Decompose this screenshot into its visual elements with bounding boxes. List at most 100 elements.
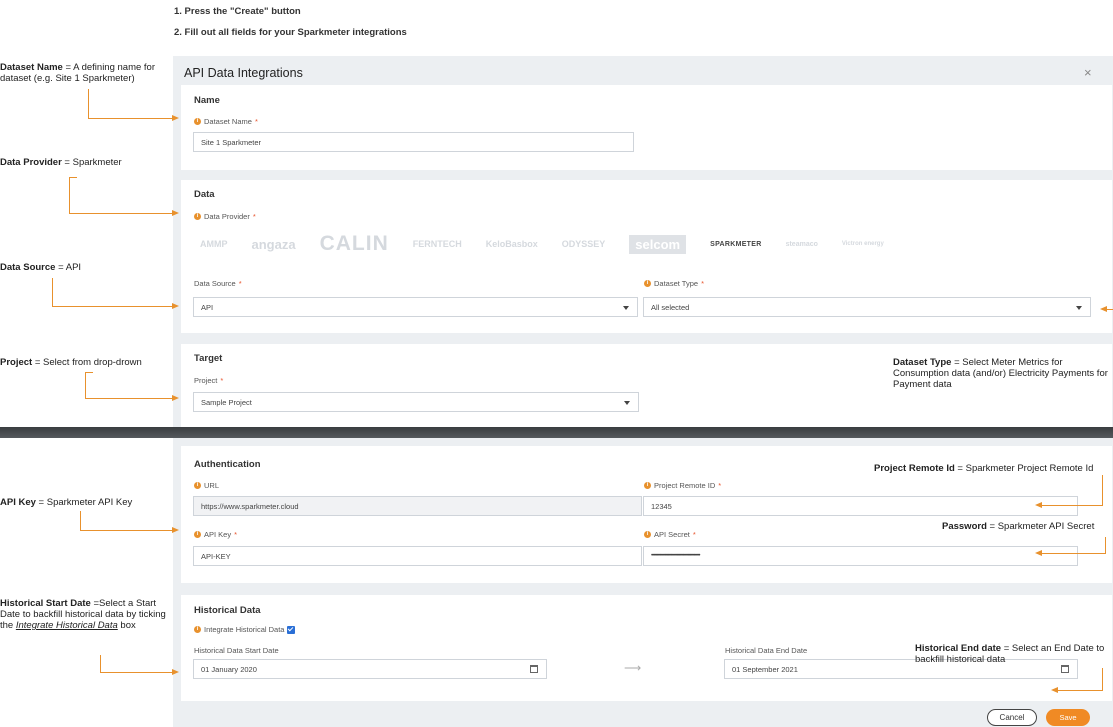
arrow-line (85, 372, 93, 373)
annotation-data-source: Data Source = API (0, 262, 82, 273)
arrow-line (1041, 553, 1106, 554)
section-title-data: Data (194, 189, 215, 200)
project-remote-id-label: i Project Remote ID * (644, 481, 721, 490)
arrow-line (1041, 505, 1103, 506)
arrow-line (69, 177, 70, 214)
api-key-label: i API Key * (194, 530, 237, 539)
chevron-down-icon (623, 306, 629, 310)
dataset-name-label: i Dataset Name * (194, 117, 258, 126)
provider-logo-sparkmeter[interactable]: SPARKMETER (710, 241, 761, 248)
arrow-right-icon (172, 210, 179, 216)
url-input: https://www.sparkmeter.cloud (193, 496, 642, 516)
provider-logo-ferntech[interactable]: FERNTECH (413, 239, 462, 249)
save-button[interactable]: Save (1046, 709, 1090, 726)
arrow-line (52, 306, 173, 307)
arrow-line (52, 278, 53, 307)
arrow-left-icon (1035, 550, 1042, 556)
annotation-dataset-type: Dataset Type = Select Meter Metrics for … (893, 357, 1108, 390)
arrow-line (80, 511, 81, 531)
info-icon: i (644, 482, 651, 489)
data-provider-label: i Data Provider * (194, 212, 256, 221)
name-section: Name i Dataset Name * Site 1 Sparkmeter (181, 85, 1112, 170)
provider-logo-selcom[interactable]: selcom (629, 234, 687, 254)
info-icon: i (194, 482, 201, 489)
arrow-line (1057, 690, 1103, 691)
arrow-line (88, 89, 89, 119)
info-icon: i (194, 531, 201, 538)
annotation-historical-start: Historical Start Date =Select a Start Da… (0, 598, 166, 631)
provider-logo-steamaco[interactable]: steamaco (786, 241, 818, 248)
end-date-label: Historical Data End Date (725, 646, 808, 655)
annotation-dataset-name: Dataset Name = A defining name for datas… (0, 62, 156, 84)
data-source-label: Data Source * (194, 279, 242, 288)
data-source-select[interactable]: API (193, 297, 638, 317)
cancel-button[interactable]: Cancel (987, 709, 1037, 726)
arrow-right-icon (172, 303, 179, 309)
integrate-historical-checkbox[interactable] (287, 625, 296, 634)
arrow-right-icon (172, 115, 179, 121)
section-title-name: Name (194, 95, 220, 106)
project-select[interactable]: Sample Project (193, 392, 639, 412)
date-range-arrow-icon: ⟶ (624, 661, 642, 675)
annotation-data-provider: Data Provider = Sparkmeter (0, 157, 122, 168)
dataset-type-select[interactable]: All selected (643, 297, 1091, 317)
provider-logo-odyssey[interactable]: ODYSSEY (562, 239, 606, 249)
dataset-type-label: i Dataset Type * (644, 279, 704, 288)
provider-logo-ammp[interactable]: AMMP (200, 239, 228, 249)
annotation-historical-end: Historical End date = Select an End Date… (915, 643, 1105, 665)
arrow-left-icon (1035, 502, 1042, 508)
arrow-line (80, 530, 173, 531)
info-icon: i (194, 118, 201, 125)
provider-logo-kelobasbox[interactable]: KeloBasbox (486, 239, 538, 249)
api-secret-label: i API Secret * (644, 530, 696, 539)
annotation-project-remote-id: Project Remote Id = Sparkmeter Project R… (874, 463, 1094, 474)
section-title-historical: Historical Data (194, 605, 261, 616)
provider-logo-victron[interactable]: Victron energy (842, 241, 884, 247)
provider-logo-calin[interactable]: CALIN (320, 232, 389, 256)
arrow-left-icon (1051, 687, 1058, 693)
info-icon: i (644, 531, 651, 538)
start-date-input[interactable]: 01 January 2020 (193, 659, 547, 679)
arrow-line (1102, 668, 1103, 691)
arrow-line (1105, 537, 1106, 554)
arrow-right-icon (172, 669, 179, 675)
start-date-label: Historical Data Start Date (194, 646, 279, 655)
info-icon: i (194, 213, 201, 220)
info-icon: i (644, 280, 651, 287)
api-secret-input[interactable]: ••••••••••••••••••••••••••••••••••••••••… (643, 546, 1078, 566)
arrow-line (85, 398, 173, 399)
info-icon: i (194, 626, 201, 633)
close-icon[interactable]: × (1084, 65, 1092, 80)
provider-logo-angaza[interactable]: angaza (252, 237, 296, 252)
annotation-password: Password = Sparkmeter API Secret (942, 521, 1095, 532)
calendar-icon[interactable] (1061, 665, 1069, 673)
project-label: Project * (194, 376, 224, 385)
chevron-down-icon (624, 401, 630, 405)
api-key-input[interactable]: API-KEY (193, 546, 642, 566)
modal-title: API Data Integrations (184, 66, 303, 80)
project-remote-id-input[interactable]: 12345 (643, 496, 1078, 516)
annotation-api-key: API Key = Sparkmeter API Key (0, 497, 133, 508)
arrow-line (69, 177, 77, 178)
section-title-target: Target (194, 353, 223, 364)
dataset-name-input[interactable]: Site 1 Sparkmeter (193, 132, 634, 152)
arrow-right-icon (172, 395, 179, 401)
screenshot-separator (0, 427, 1113, 438)
url-label: i URL (194, 481, 219, 490)
section-title-authentication: Authentication (194, 459, 261, 470)
provider-logos: AMMP angaza CALIN FERNTECH KeloBasbox OD… (200, 230, 1060, 258)
arrow-line (88, 118, 173, 119)
instruction-step-1: 1. Press the "Create" button (174, 6, 301, 17)
annotation-project: Project = Select from drop-drown (0, 357, 142, 368)
arrow-line (85, 372, 86, 399)
arrow-line (1102, 475, 1103, 506)
chevron-down-icon (1076, 306, 1082, 310)
arrow-line (69, 213, 173, 214)
arrow-line (100, 672, 173, 673)
calendar-icon[interactable] (530, 665, 538, 673)
arrow-line (1106, 309, 1113, 310)
instruction-step-2: 2. Fill out all fields for your Sparkmet… (174, 27, 407, 38)
integrate-historical-label: i Integrate Historical Data (194, 625, 296, 634)
arrow-line (100, 655, 101, 673)
arrow-right-icon (172, 527, 179, 533)
